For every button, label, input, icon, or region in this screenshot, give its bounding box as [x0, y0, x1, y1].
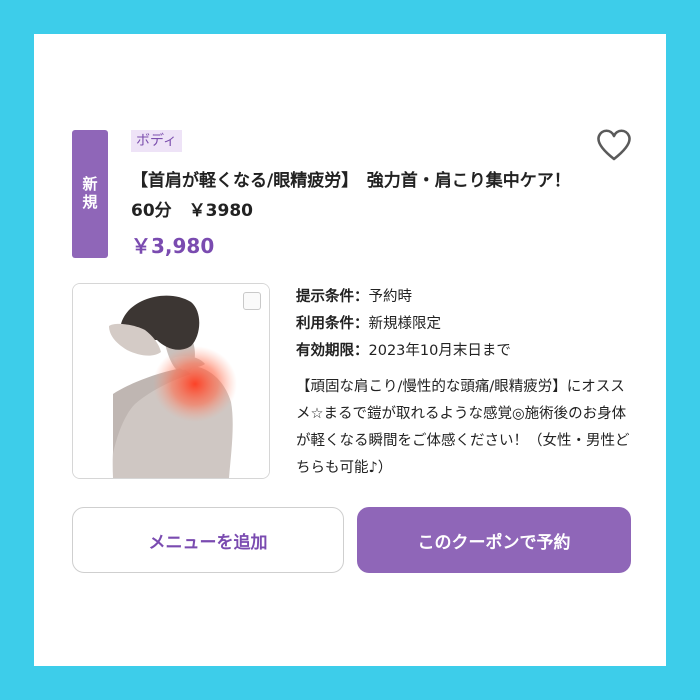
- category-tag: ボディ: [131, 130, 183, 152]
- coupon-price: ￥3,980: [131, 234, 215, 258]
- coupon-title: 【首肩が軽くなる/眼精疲労】 強力首・肩こり集中ケア！ 60分 ￥3980: [131, 171, 588, 221]
- image-select-icon: [243, 292, 261, 310]
- neck-pain-illustration: [73, 284, 269, 478]
- condition-value: 2023年10月末日まで: [368, 343, 511, 359]
- reserve-with-coupon-button[interactable]: このクーポンで予約: [357, 507, 631, 573]
- condition-label: 利用条件：: [296, 316, 369, 332]
- coupon-description: 【頑固な肩こり/慢性的な頭痛/眼精疲労】にオススメ☆まるで鎧が取れるような感覚◎…: [296, 379, 630, 476]
- add-menu-button[interactable]: メニューを追加: [72, 507, 344, 573]
- condition-value: 予約時: [368, 289, 413, 305]
- heart-icon[interactable]: [596, 128, 632, 162]
- condition-label: 提示条件：: [296, 289, 369, 305]
- coupon-photo: [72, 283, 270, 479]
- new-badge: 新規: [72, 130, 108, 258]
- condition-row: 提示条件：予約時: [296, 284, 511, 311]
- condition-row: 有効期限：2023年10月末日まで: [296, 338, 511, 365]
- coupon-conditions: 提示条件：予約時 利用条件：新規様限定 有効期限：2023年10月末日まで: [296, 284, 511, 365]
- condition-value: 新規様限定: [368, 316, 442, 332]
- condition-row: 利用条件：新規様限定: [296, 311, 511, 338]
- condition-label: 有効期限：: [296, 343, 369, 359]
- image-frame: 新規 ボディ 【首肩が軽くなる/眼精疲労】 強力首・肩こり集中ケア！ 60分 ￥…: [34, 34, 666, 666]
